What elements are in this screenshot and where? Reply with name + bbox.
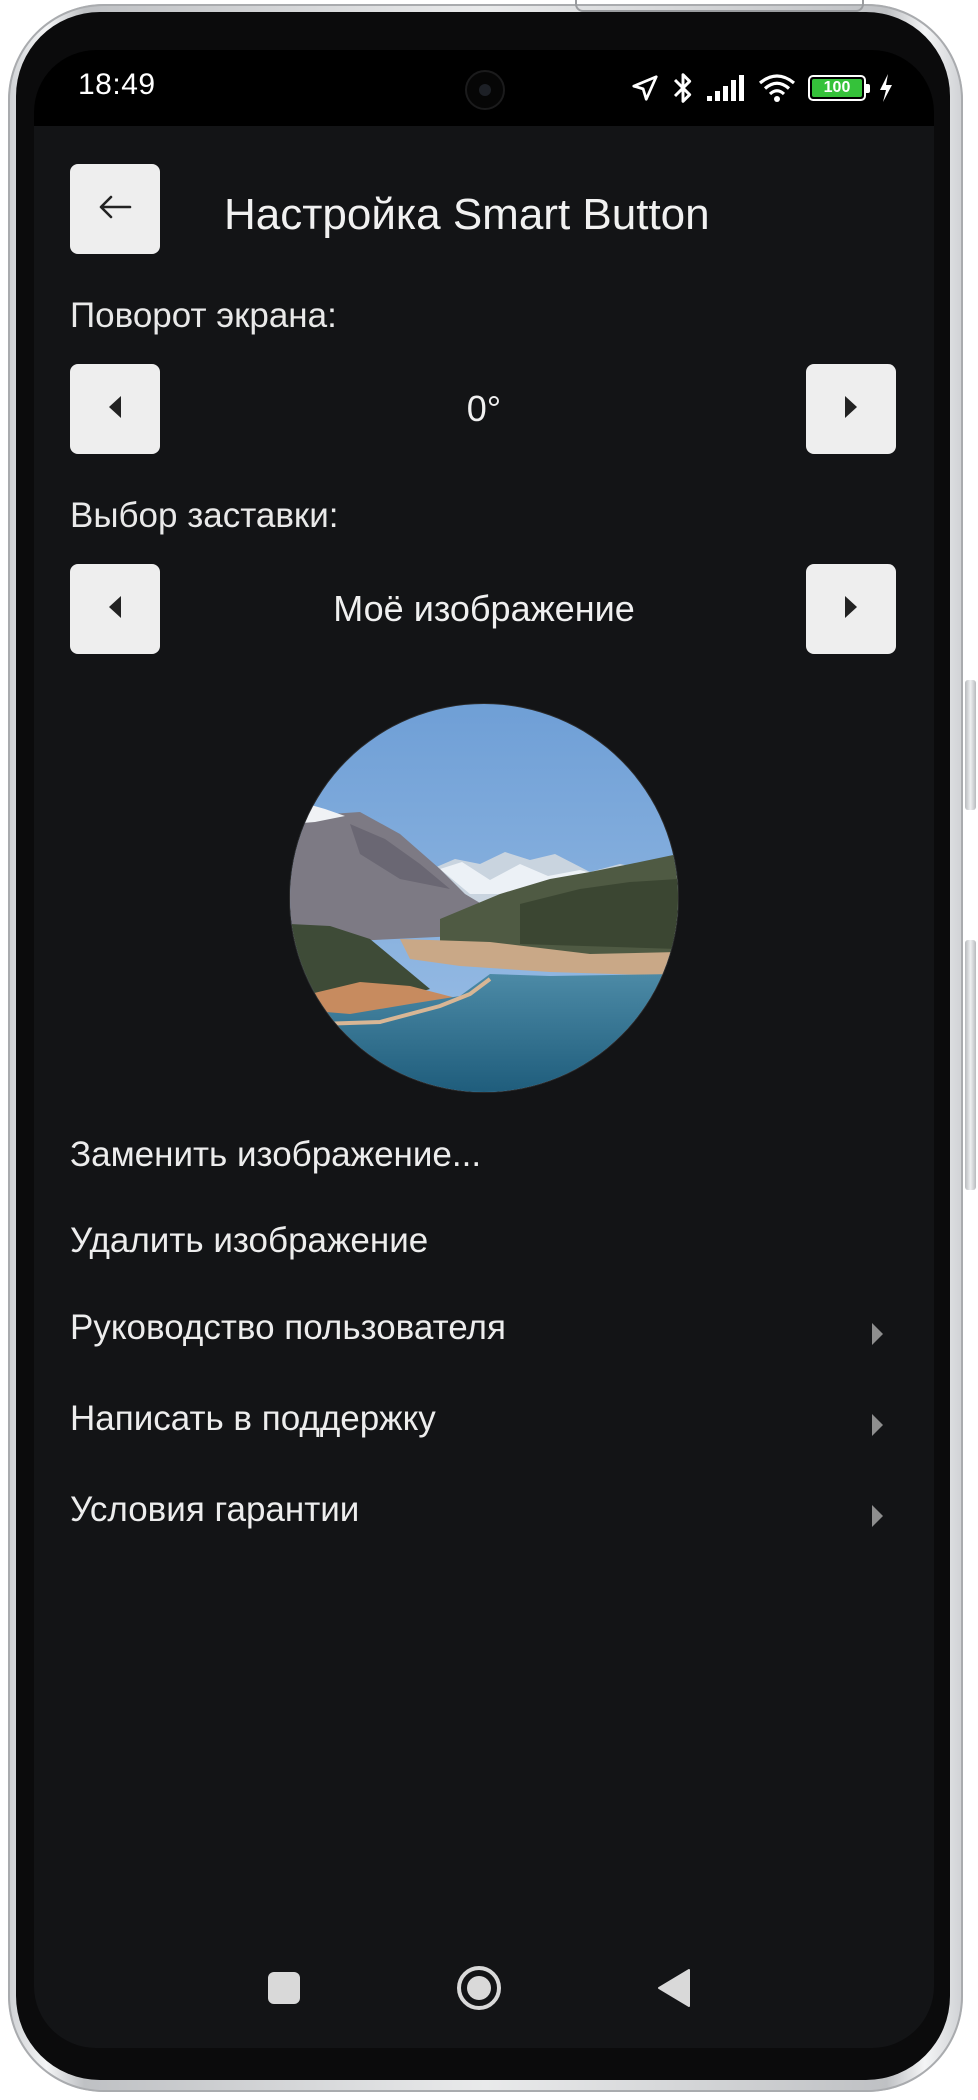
- warranty-terms-item[interactable]: Условия гарантии: [70, 1475, 900, 1545]
- screensaver-next-button[interactable]: [806, 564, 896, 654]
- screensaver-preview-image: [290, 704, 678, 1092]
- back-button[interactable]: [70, 164, 160, 254]
- rotation-prev-button[interactable]: [70, 364, 160, 454]
- front-camera: [465, 70, 505, 110]
- recents-button[interactable]: [254, 1960, 314, 2020]
- back-nav-button[interactable]: [644, 1960, 704, 2020]
- status-icons: 100: [630, 70, 894, 106]
- home-circle-icon: [455, 1964, 503, 2017]
- triangle-left-icon: [107, 595, 123, 624]
- bluetooth-icon: [672, 72, 694, 104]
- phone-screen: 18:49 100 Настройка Smart Button Поворот…: [34, 50, 934, 2048]
- status-time: 18:49: [78, 68, 156, 101]
- location-arrow-icon: [630, 73, 660, 103]
- wifi-icon: [758, 73, 796, 103]
- rotation-next-button[interactable]: [806, 364, 896, 454]
- replace-image-item[interactable]: Заменить изображение...: [70, 1120, 900, 1190]
- screensaver-label: Выбор заставки:: [70, 496, 339, 535]
- screensaver-value: Моё изображение: [333, 588, 635, 629]
- screensaver-prev-button[interactable]: [70, 564, 160, 654]
- system-nav-bar: [34, 1950, 934, 2030]
- power-button: [965, 940, 976, 1190]
- menu-item-label: Руководство пользователя: [70, 1308, 506, 1347]
- chevron-right-icon: [870, 1406, 890, 1436]
- triangle-right-icon: [843, 395, 859, 424]
- user-guide-item[interactable]: Руководство пользователя: [70, 1293, 900, 1363]
- device-canvas: 18:49 100 Настройка Smart Button Поворот…: [0, 0, 978, 2100]
- battery-icon: 100: [808, 75, 870, 101]
- delete-image-item[interactable]: Удалить изображение: [70, 1206, 900, 1276]
- triangle-right-icon: [843, 595, 859, 624]
- rotation-label: Поворот экрана:: [70, 296, 337, 335]
- back-triangle-icon: [657, 1968, 691, 2013]
- triangle-left-icon: [107, 395, 123, 424]
- charging-icon: [878, 73, 894, 103]
- rotation-value: 0°: [466, 388, 502, 429]
- chevron-right-icon: [870, 1497, 890, 1527]
- arrow-left-icon: [98, 194, 132, 225]
- volume-button: [965, 680, 976, 810]
- menu-item-label: Заменить изображение...: [70, 1135, 482, 1174]
- menu-item-label: Написать в поддержку: [70, 1399, 436, 1438]
- contact-support-item[interactable]: Написать в поддержку: [70, 1384, 900, 1454]
- battery-level: 100: [823, 79, 851, 96]
- home-button[interactable]: [449, 1960, 509, 2020]
- signal-icon: [706, 74, 746, 102]
- chevron-right-icon: [870, 1315, 890, 1345]
- status-bar: 18:49 100: [34, 50, 934, 126]
- menu-item-label: Удалить изображение: [70, 1221, 429, 1260]
- page-title: Настройка Smart Button: [224, 190, 710, 239]
- phone-top-edge: [575, 0, 864, 12]
- menu-item-label: Условия гарантии: [70, 1490, 360, 1529]
- recents-square-icon: [267, 1971, 301, 2010]
